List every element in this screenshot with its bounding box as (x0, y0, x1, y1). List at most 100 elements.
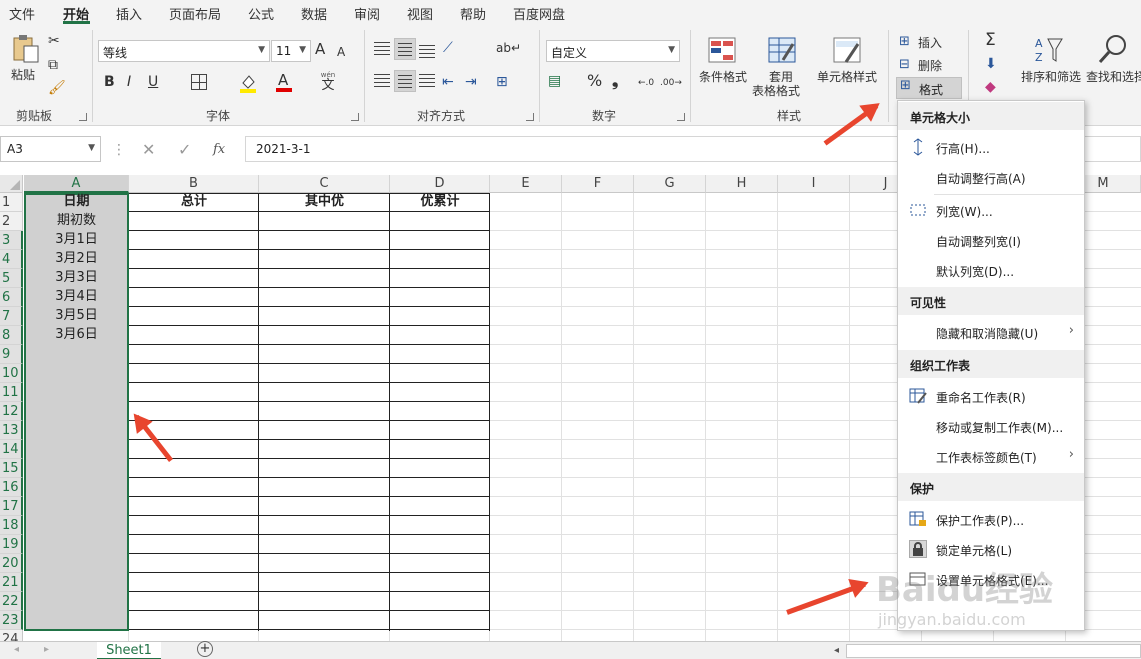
column-header-e[interactable]: E (490, 175, 562, 193)
menu-item-default-width[interactable]: 默认列宽(D)... (898, 255, 1084, 285)
cell-a1[interactable]: 日期 (24, 193, 129, 212)
column-header-g[interactable]: G (634, 175, 706, 193)
menu-item-tab-color[interactable]: 工作表标签颜色(T) › (898, 441, 1084, 471)
clipboard-launcher-icon[interactable] (79, 113, 87, 121)
column-header-c[interactable]: C (259, 175, 390, 193)
find-select-icon[interactable] (1098, 33, 1130, 65)
format-painter-icon[interactable]: 🖌 (48, 79, 66, 97)
grow-font-icon[interactable]: A (315, 40, 325, 58)
row-header-15[interactable]: 15 (0, 459, 23, 478)
number-format-select[interactable]: 自定义 ▼ (546, 40, 680, 62)
insert-function-icon[interactable]: fx (213, 141, 225, 159)
cell-b1[interactable]: 总计 (129, 193, 259, 212)
copy-icon[interactable]: ⧉ (48, 56, 58, 74)
row-header-22[interactable]: 22 (0, 592, 23, 611)
merge-center-icon[interactable]: ⊞ (496, 73, 508, 91)
orientation-icon[interactable]: ⟋ (443, 39, 453, 57)
format-cells-button[interactable]: ⊞ 格式 (896, 77, 962, 99)
row-header-8[interactable]: 8 (0, 326, 23, 345)
tab-insert[interactable]: 插入 (116, 4, 142, 23)
fill-color-icon[interactable] (239, 73, 257, 93)
tab-baidu-netdisk[interactable]: 百度网盘 (513, 4, 565, 23)
cell-a6[interactable]: 3月4日 (24, 288, 129, 307)
find-select-button[interactable]: 查找和选择 (1086, 68, 1141, 85)
menu-item-rename-sheet[interactable]: 重命名工作表(R) (898, 381, 1084, 411)
cut-icon[interactable]: ✂ (48, 32, 60, 50)
font-name-select[interactable]: 等线 ▼ (98, 40, 270, 62)
delete-cells-button[interactable]: 删除 (918, 57, 942, 74)
align-center-button[interactable] (394, 70, 416, 92)
row-header-3[interactable]: 3 (0, 231, 23, 250)
font-size-select[interactable]: 11 ▼ (271, 40, 311, 62)
column-header-a[interactable]: A (24, 175, 129, 193)
underline-button[interactable]: U (148, 73, 158, 91)
column-header-b[interactable]: B (129, 175, 259, 193)
increase-decimal-icon[interactable]: ←.0 (638, 74, 654, 92)
percent-icon[interactable]: % (587, 72, 602, 90)
add-sheet-button[interactable]: + (197, 641, 213, 657)
row-header-10[interactable]: 10 (0, 364, 23, 383)
insert-cells-icon[interactable]: ⊞ (899, 33, 910, 51)
menu-item-protect-sheet[interactable]: 保护工作表(P)... (898, 504, 1084, 534)
autosum-icon[interactable]: Σ (985, 31, 996, 49)
row-header-2[interactable]: 2 (0, 212, 23, 231)
row-header-12[interactable]: 12 (0, 402, 23, 421)
sheet-tab-sheet1[interactable]: Sheet1 (97, 642, 161, 659)
cell-a7[interactable]: 3月5日 (24, 307, 129, 326)
row-header-4[interactable]: 4 (0, 250, 23, 269)
increase-indent-icon[interactable]: ⇥ (465, 73, 477, 91)
column-header-d[interactable]: D (390, 175, 490, 193)
tab-review[interactable]: 审阅 (354, 4, 380, 23)
row-header-5[interactable]: 5 (0, 269, 23, 288)
row-header-14[interactable]: 14 (0, 440, 23, 459)
sort-filter-icon[interactable]: AZ (1033, 35, 1065, 65)
cell-c1[interactable]: 其中优 (259, 193, 390, 212)
tab-page-layout[interactable]: 页面布局 (169, 4, 221, 23)
clear-icon[interactable]: ◆ (985, 78, 996, 96)
row-header-20[interactable]: 20 (0, 554, 23, 573)
comma-style-icon[interactable]: ❟ (612, 72, 618, 90)
cell-a4[interactable]: 3月2日 (24, 250, 129, 269)
tab-view[interactable]: 视图 (407, 4, 433, 23)
align-right-icon[interactable] (419, 74, 435, 88)
menu-item-lock-cell[interactable]: 锁定单元格(L) (898, 534, 1084, 564)
column-header-h[interactable]: H (706, 175, 778, 193)
menu-item-autofit-column[interactable]: 自动调整列宽(I) (898, 225, 1084, 255)
bold-button[interactable]: B (104, 73, 115, 91)
align-middle-button[interactable] (394, 38, 416, 60)
tab-file[interactable]: 文件 (9, 4, 35, 23)
row-header-6[interactable]: 6 (0, 288, 23, 307)
sort-filter-button[interactable]: 排序和筛选 (1021, 68, 1081, 85)
menu-item-move-copy-sheet[interactable]: 移动或复制工作表(M)... (898, 411, 1084, 441)
menu-item-hide-unhide[interactable]: 隐藏和取消隐藏(U) › (898, 317, 1084, 347)
tab-data[interactable]: 数据 (301, 4, 327, 23)
column-header-f[interactable]: F (562, 175, 634, 193)
fill-icon[interactable]: ⬇ (985, 55, 997, 73)
font-color-icon[interactable]: A (276, 71, 292, 93)
paste-icon[interactable] (10, 34, 42, 64)
number-launcher-icon[interactable] (677, 113, 685, 121)
format-as-table-icon[interactable] (767, 36, 797, 64)
cell-styles-button[interactable]: 单元格样式 (817, 68, 877, 85)
shrink-font-icon[interactable]: A (337, 43, 345, 61)
row-header-16[interactable]: 16 (0, 478, 23, 497)
phonetic-icon[interactable]: wén 文 (319, 71, 337, 93)
enter-icon[interactable]: ✓ (178, 141, 191, 159)
row-header-21[interactable]: 21 (0, 573, 23, 592)
tab-help[interactable]: 帮助 (460, 4, 486, 23)
cell-styles-icon[interactable] (832, 36, 862, 64)
menu-item-column-width[interactable]: 列宽(W)... (898, 195, 1084, 225)
row-header-24[interactable]: 24 (0, 630, 23, 641)
align-left-icon[interactable] (374, 74, 390, 88)
name-box[interactable]: A3 ▼ (0, 136, 101, 162)
font-launcher-icon[interactable] (351, 113, 359, 121)
column-header-i[interactable]: I (778, 175, 850, 193)
alignment-launcher-icon[interactable] (526, 113, 534, 121)
delete-cells-icon[interactable]: ⊟ (899, 56, 910, 74)
paste-button[interactable]: 粘贴 (11, 66, 35, 83)
wrap-text-icon[interactable]: ab↵ (496, 39, 521, 57)
cell-d1[interactable]: 优累计 (390, 193, 490, 212)
border-icon[interactable] (191, 74, 207, 90)
insert-cells-button[interactable]: 插入 (918, 34, 942, 51)
decrease-decimal-icon[interactable]: .00→ (660, 74, 682, 92)
